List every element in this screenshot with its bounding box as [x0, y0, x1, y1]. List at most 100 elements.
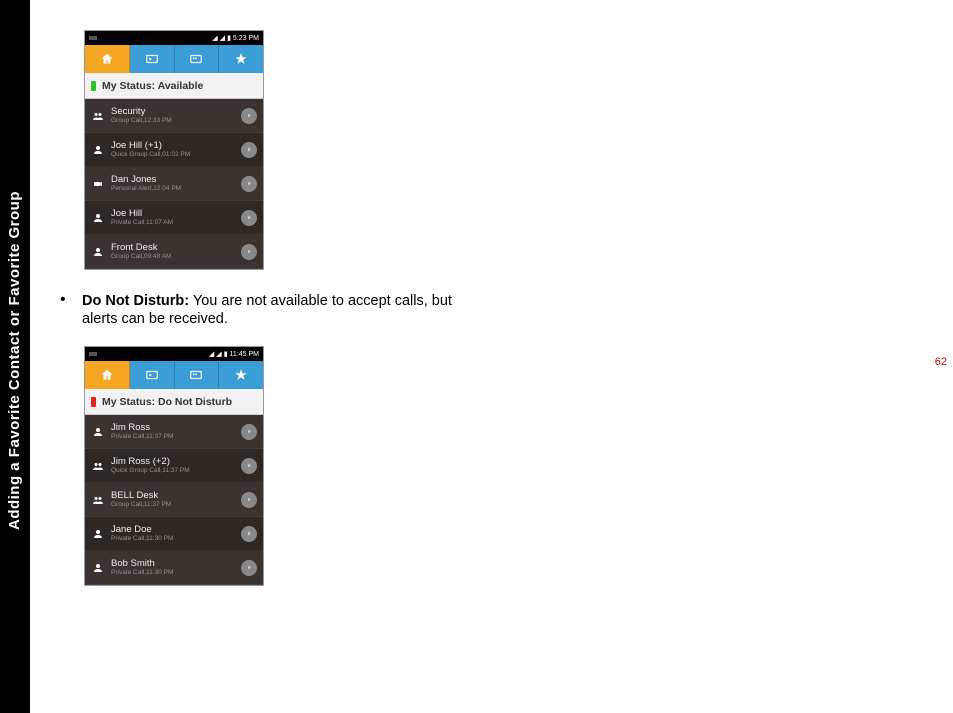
wifi-icon: ◢ — [209, 350, 214, 358]
row-name: Jim Ross — [111, 423, 241, 433]
status-label: My Status: Do Not Disturb — [102, 396, 232, 408]
my-status-row[interactable]: My Status: Available — [85, 73, 263, 99]
notification-icon — [89, 36, 97, 40]
home-icon — [100, 52, 114, 66]
row-subtitle: Quick Group Call,11:37 PM — [111, 467, 241, 474]
person-icon — [91, 426, 105, 438]
row-name: BELL Desk — [111, 491, 241, 501]
group-card-icon — [189, 52, 203, 66]
row-text: Joe Hill (+1)Quick Group Call,01:02 PM — [111, 141, 241, 159]
row-subtitle: Personal Alert,12:04 PM — [111, 185, 241, 192]
person-icon — [91, 528, 105, 540]
list-item[interactable]: Joe Hill (+1)Quick Group Call,01:02 PM — [85, 133, 263, 167]
status-dot-available — [91, 81, 96, 91]
tab-favorites[interactable] — [219, 361, 263, 389]
row-text: Jim Ross (+2)Quick Group Call,11:37 PM — [111, 457, 241, 475]
wifi-icon: ◢ — [212, 34, 217, 42]
row-subtitle: Private Call,11:30 PM — [111, 535, 241, 542]
tab-groups[interactable] — [175, 45, 220, 73]
chevron-right-icon[interactable] — [241, 244, 257, 260]
row-name: Dan Jones — [111, 175, 241, 185]
row-name: Front Desk — [111, 243, 241, 253]
group-icon — [91, 110, 105, 122]
list-item[interactable]: Jane DoePrivate Call,11:30 PM — [85, 517, 263, 551]
bullet-item: • Do Not Disturb: You are not available … — [52, 292, 542, 328]
list-item[interactable]: BELL DeskGroup Call,11:37 PM — [85, 483, 263, 517]
chevron-right-icon[interactable] — [241, 424, 257, 440]
row-text: Dan JonesPersonal Alert,12:04 PM — [111, 175, 241, 193]
list-item[interactable]: Dan JonesPersonal Alert,12:04 PM — [85, 167, 263, 201]
group-card-icon — [189, 368, 203, 382]
list-item[interactable]: Bob SmithPrivate Call,11:30 PM — [85, 551, 263, 585]
phone-screenshot-available: ◢ ◢ ▮ 5:23 PM My Status: Available Secur… — [84, 30, 264, 270]
chevron-right-icon[interactable] — [241, 210, 257, 226]
list-item[interactable]: Jim Ross (+2)Quick Group Call,11:37 PM — [85, 449, 263, 483]
row-text: Bob SmithPrivate Call,11:30 PM — [111, 559, 241, 577]
row-text: Joe HillPrivate Call,11:07 AM — [111, 209, 241, 227]
android-status-bar: ◢ ◢ ▮ 11:45 PM — [85, 347, 263, 361]
history-list: SecurityGroup Call,12:33 PM Joe Hill (+1)… — [85, 99, 263, 269]
clock-text: 11:45 PM — [230, 351, 259, 358]
notification-icon — [89, 352, 97, 356]
chevron-right-icon[interactable] — [241, 108, 257, 124]
row-text: BELL DeskGroup Call,11:37 PM — [111, 491, 241, 509]
chevron-right-icon[interactable] — [241, 458, 257, 474]
row-subtitle: Group Call,11:37 PM — [111, 501, 241, 508]
chevron-right-icon[interactable] — [241, 492, 257, 508]
history-list: Jim RossPrivate Call,11:37 PM Jim Ross (+… — [85, 415, 263, 585]
row-text: Front DeskGroup Call,09:48 AM — [111, 243, 241, 261]
tab-bar — [85, 45, 263, 73]
status-dot-dnd — [91, 397, 96, 407]
side-strip: Adding a Favorite Contact or Favorite Gr… — [0, 0, 30, 713]
alert-icon — [91, 178, 105, 190]
signal-icon: ◢ — [216, 350, 221, 358]
chevron-right-icon[interactable] — [241, 560, 257, 576]
star-icon — [234, 52, 248, 66]
list-item[interactable]: Front DeskGroup Call,09:48 AM — [85, 235, 263, 269]
status-label: My Status: Available — [102, 80, 203, 92]
row-subtitle: Private Call,11:37 PM — [111, 433, 241, 440]
list-item[interactable]: SecurityGroup Call,12:33 PM — [85, 99, 263, 133]
row-subtitle: Private Call,11:30 PM — [111, 569, 241, 576]
chevron-right-icon[interactable] — [241, 142, 257, 158]
person-icon — [91, 246, 105, 258]
row-text: Jane DoePrivate Call,11:30 PM — [111, 525, 241, 543]
group-icon — [91, 460, 105, 472]
battery-icon: ▮ — [227, 34, 231, 42]
tab-contacts[interactable] — [130, 45, 175, 73]
android-status-bar: ◢ ◢ ▮ 5:23 PM — [85, 31, 263, 45]
person-icon — [91, 144, 105, 156]
chevron-right-icon[interactable] — [241, 526, 257, 542]
tab-home[interactable] — [85, 45, 130, 73]
signal-icon: ◢ — [220, 34, 225, 42]
row-subtitle: Group Call,09:48 AM — [111, 253, 241, 260]
bullet-bold: Do Not Disturb: — [82, 293, 189, 309]
tab-groups[interactable] — [175, 361, 220, 389]
battery-icon: ▮ — [224, 350, 228, 358]
row-name: Security — [111, 107, 241, 117]
tab-favorites[interactable] — [219, 45, 263, 73]
group-icon — [91, 494, 105, 506]
row-name: Jim Ross (+2) — [111, 457, 241, 467]
home-icon — [100, 368, 114, 382]
bullet-text: Do Not Disturb: You are not available to… — [82, 292, 482, 328]
list-item[interactable]: Joe HillPrivate Call,11:07 AM — [85, 201, 263, 235]
row-text: Jim RossPrivate Call,11:37 PM — [111, 423, 241, 441]
row-subtitle: Group Call,12:33 PM — [111, 117, 241, 124]
tab-contacts[interactable] — [130, 361, 175, 389]
row-name: Joe Hill (+1) — [111, 141, 241, 151]
list-item[interactable]: Jim RossPrivate Call,11:37 PM — [85, 415, 263, 449]
chevron-right-icon[interactable] — [241, 176, 257, 192]
my-status-row[interactable]: My Status: Do Not Disturb — [85, 389, 263, 415]
row-subtitle: Quick Group Call,01:02 PM — [111, 151, 241, 158]
side-title: Adding a Favorite Contact or Favorite Gr… — [7, 190, 24, 529]
contact-card-icon — [145, 52, 159, 66]
person-icon — [91, 562, 105, 574]
tab-home[interactable] — [85, 361, 130, 389]
row-text: SecurityGroup Call,12:33 PM — [111, 107, 241, 125]
main-content: ◢ ◢ ▮ 5:23 PM My Status: Available Secur… — [42, 0, 542, 586]
clock-text: 5:23 PM — [233, 35, 259, 42]
contact-card-icon — [145, 368, 159, 382]
row-name: Bob Smith — [111, 559, 241, 569]
phone-screenshot-dnd: ◢ ◢ ▮ 11:45 PM My Status: Do Not Disturb… — [84, 346, 264, 586]
